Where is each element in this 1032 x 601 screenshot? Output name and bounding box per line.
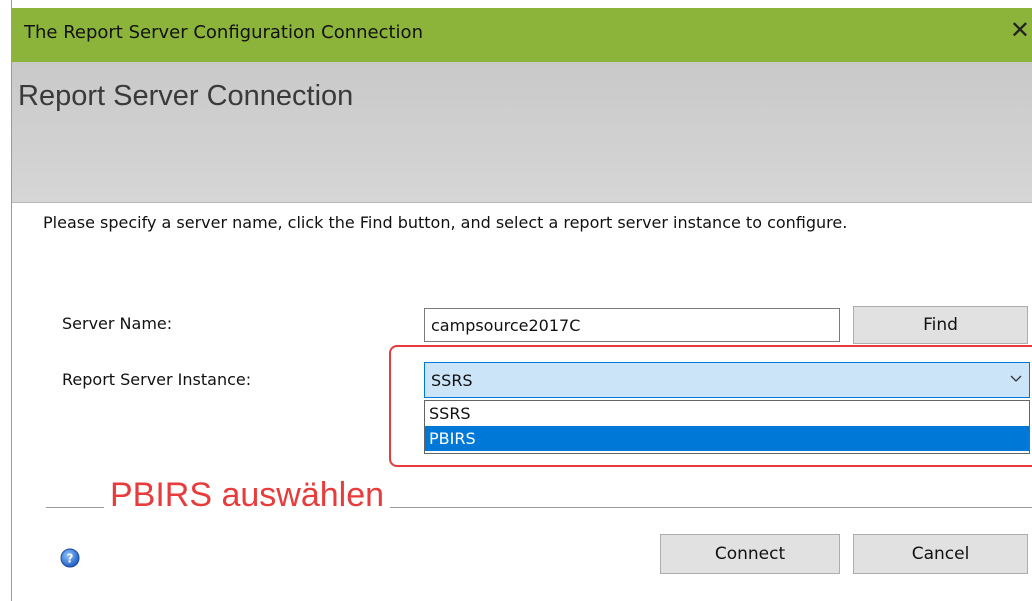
instance-label: Report Server Instance: bbox=[62, 370, 252, 389]
instance-select[interactable]: SSRS bbox=[424, 362, 1030, 398]
find-button[interactable]: Find bbox=[853, 306, 1028, 344]
server-name-label: Server Name: bbox=[62, 314, 173, 333]
window-title: The Report Server Configuration Connecti… bbox=[24, 22, 423, 43]
page-title: Report Server Connection bbox=[18, 80, 354, 112]
instance-select-value: SSRS bbox=[431, 371, 473, 390]
instructions-text: Please specify a server name, click the … bbox=[43, 213, 848, 232]
dropdown-option-pbirs[interactable]: PBIRS bbox=[425, 426, 1029, 451]
title-bar[interactable]: The Report Server Configuration Connecti… bbox=[12, 8, 1032, 62]
dropdown-option-ssrs[interactable]: SSRS bbox=[425, 401, 1029, 426]
connect-button[interactable]: Connect bbox=[660, 534, 840, 574]
help-icon[interactable]: ? bbox=[60, 548, 80, 568]
annotation-text: PBIRS auswählen bbox=[104, 476, 391, 515]
chevron-down-icon bbox=[1010, 375, 1022, 382]
window-top-edge bbox=[12, 0, 1032, 8]
svg-text:?: ? bbox=[67, 552, 74, 566]
instance-dropdown-list: SSRS PBIRS bbox=[424, 400, 1030, 454]
cancel-button[interactable]: Cancel bbox=[853, 534, 1028, 574]
close-icon[interactable]: ✕ bbox=[1010, 18, 1030, 42]
server-name-input[interactable] bbox=[424, 308, 840, 342]
